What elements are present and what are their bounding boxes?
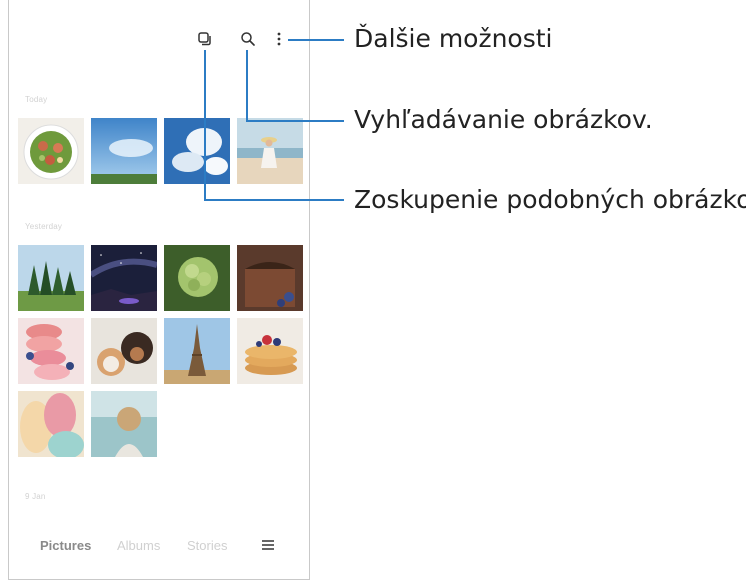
section-label-yesterday: Yesterday bbox=[25, 222, 63, 231]
callout-search: Vyhľadávanie obrázkov. bbox=[354, 105, 653, 134]
group-similar-icon[interactable] bbox=[197, 31, 213, 47]
tab-stories[interactable]: Stories bbox=[187, 538, 227, 553]
thumbnail-chocolate-cake[interactable] bbox=[237, 245, 303, 311]
thumbnail-salad[interactable] bbox=[18, 118, 84, 184]
callout-line-more-options bbox=[288, 39, 344, 41]
section-label-date: 9 Jan bbox=[25, 492, 46, 501]
thumbnail-pets[interactable] bbox=[91, 318, 157, 384]
thumbnail-macarons[interactable] bbox=[18, 318, 84, 384]
thumbnail-forest[interactable] bbox=[18, 245, 84, 311]
tab-pictures[interactable]: Pictures bbox=[40, 538, 91, 553]
callout-more-options: Ďalšie možnosti bbox=[354, 24, 553, 53]
thumbnail-pancakes[interactable] bbox=[237, 318, 303, 384]
hamburger-icon[interactable] bbox=[261, 538, 275, 552]
tab-albums[interactable]: Albums bbox=[117, 538, 160, 553]
more-options-icon[interactable] bbox=[275, 31, 283, 47]
thumbnail-sky[interactable] bbox=[91, 118, 157, 184]
thumbnail-clouds[interactable] bbox=[164, 118, 230, 184]
callout-line-search-vertical bbox=[246, 50, 248, 122]
thumbnail-person-at-lake[interactable] bbox=[91, 391, 157, 457]
section-label-today: Today bbox=[25, 95, 48, 104]
thumbnail-green-flower[interactable] bbox=[164, 245, 230, 311]
callout-line-group-horizontal bbox=[204, 199, 344, 201]
gallery-screen: Today Yesterday 9 Jan Pictures Albums St… bbox=[8, 0, 310, 580]
thumbnail-girl-on-beach[interactable] bbox=[237, 118, 303, 184]
callout-line-search-horizontal bbox=[246, 120, 344, 122]
thumbnail-eiffel-tower[interactable] bbox=[164, 318, 230, 384]
callout-group-similar: Zoskupenie podobných obrázkov. bbox=[354, 185, 746, 214]
callout-line-group-vertical bbox=[204, 50, 206, 201]
thumbnail-macarons-closeup[interactable] bbox=[18, 391, 84, 457]
search-icon[interactable] bbox=[240, 31, 256, 47]
thumbnail-night-sky[interactable] bbox=[91, 245, 157, 311]
